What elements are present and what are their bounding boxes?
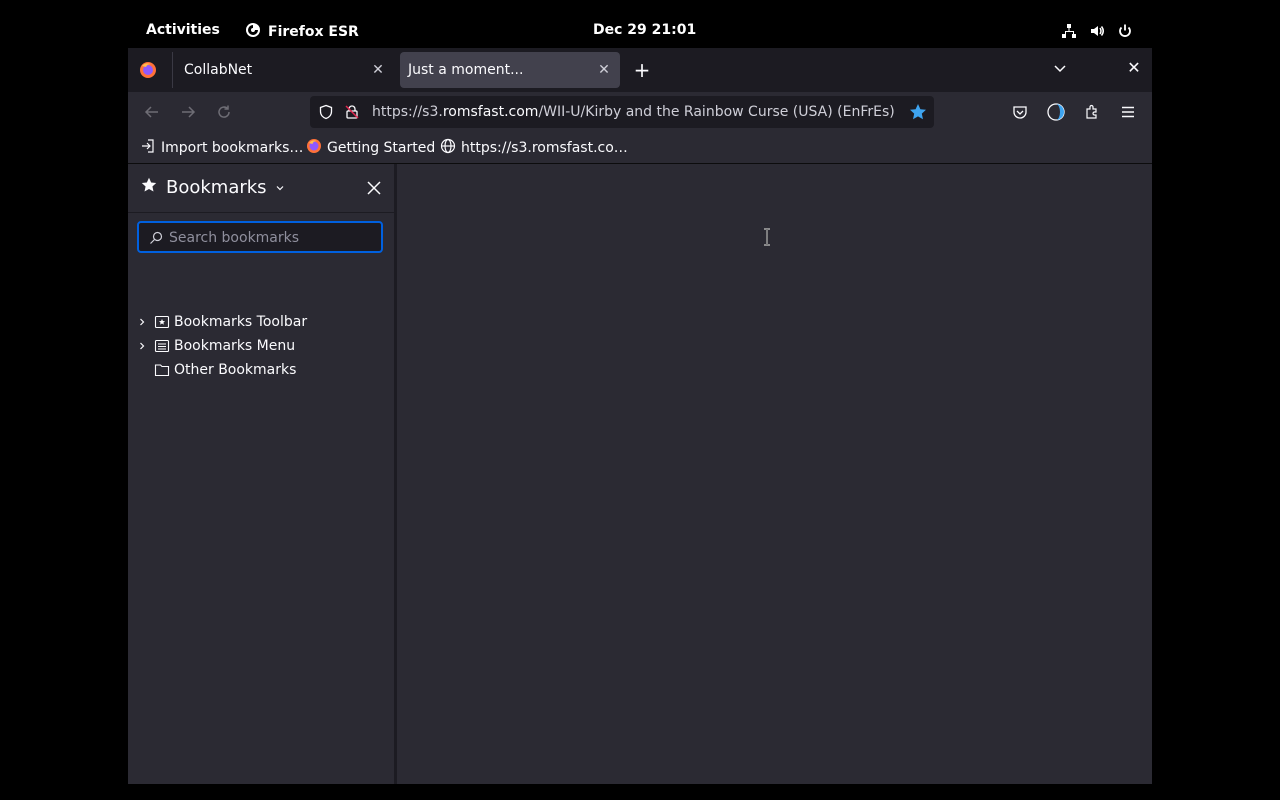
bookmarks-toolbar: Import bookmarks… Getting Started https:… <box>128 132 1152 164</box>
bookmarks-toolbar-icon <box>154 314 170 330</box>
volume-icon <box>1088 22 1106 40</box>
firefox-window: CollabNet ✕ Just a moment... ✕ + ✕ https… <box>128 48 1152 784</box>
bookmarks-menu-icon <box>154 338 170 354</box>
lock-icon[interactable] <box>344 104 360 124</box>
bookmark-label: Getting Started <box>327 140 436 156</box>
window-close-button[interactable]: ✕ <box>1126 60 1142 76</box>
reload-icon[interactable] <box>214 102 234 122</box>
firefox-view-icon[interactable] <box>138 60 158 80</box>
url-prefix: https://s3. <box>372 104 443 120</box>
chevron-right-icon[interactable] <box>136 340 148 352</box>
network-icon <box>1060 22 1078 40</box>
pocket-icon[interactable] <box>1010 102 1030 122</box>
close-tab-icon[interactable]: ✕ <box>596 62 612 78</box>
bookmarks-sidebar: Bookmarks Bookmarks Toolbar <box>128 164 397 784</box>
tree-item-bookmarks-menu[interactable]: Bookmarks Menu <box>136 335 295 357</box>
chevron-down-icon <box>275 177 285 198</box>
import-icon <box>140 138 156 158</box>
search-icon <box>149 230 163 249</box>
tree-item-other-bookmarks[interactable]: Other Bookmarks <box>136 359 296 381</box>
tree-item-label: Bookmarks Toolbar <box>174 314 308 330</box>
url-text[interactable]: https://s3.romsfast.com/WII-U/Kirby and … <box>372 104 896 120</box>
sidebar-close-icon[interactable] <box>366 180 382 196</box>
sidebar-divider <box>128 212 394 213</box>
firefox-app-icon <box>245 22 261 42</box>
account-icon[interactable] <box>1046 102 1066 122</box>
list-all-tabs-icon[interactable] <box>1052 60 1068 76</box>
close-tab-icon[interactable]: ✕ <box>370 62 386 78</box>
tab-title: CollabNet <box>184 62 253 78</box>
nav-bar: https://s3.romsfast.com/WII-U/Kirby and … <box>128 92 1152 132</box>
tree-item-bookmarks-toolbar[interactable]: Bookmarks Toolbar <box>136 311 307 333</box>
tree-item-label: Bookmarks Menu <box>174 338 296 354</box>
hamburger-menu-icon[interactable] <box>1118 102 1138 122</box>
bookmark-import[interactable]: Import bookmarks… <box>140 139 303 157</box>
url-host: romsfast.com <box>442 104 539 120</box>
bookmark-label: https://s3.romsfast.co… <box>461 140 628 156</box>
app-name: Firefox ESR <box>268 24 359 40</box>
bookmark-label: Import bookmarks… <box>161 140 304 156</box>
tab-title: Just a moment... <box>408 62 524 78</box>
firefox-icon <box>306 138 322 158</box>
text-cursor-icon <box>762 228 772 250</box>
sidebar-title: Bookmarks <box>166 177 267 198</box>
chevron-right-icon[interactable] <box>136 316 148 328</box>
forward-icon[interactable] <box>178 102 198 122</box>
tab-collabnet[interactable]: CollabNet ✕ <box>172 52 394 88</box>
new-tab-button[interactable]: + <box>632 60 652 80</box>
tab-just-a-moment[interactable]: Just a moment... ✕ <box>400 52 620 88</box>
bookmark-romsfast[interactable]: https://s3.romsfast.co… <box>440 138 628 158</box>
power-icon <box>1116 22 1134 40</box>
app-menu[interactable]: Firefox ESR <box>245 22 359 42</box>
tab-strip: CollabNet ✕ Just a moment... ✕ + ✕ <box>128 48 1152 92</box>
search-bookmarks-input[interactable] <box>167 227 371 249</box>
url-bar[interactable]: https://s3.romsfast.com/WII-U/Kirby and … <box>310 96 934 128</box>
globe-icon <box>440 138 456 158</box>
url-path: /WII-U/Kirby and the Rainbow Curse (USA)… <box>538 104 896 120</box>
bookmarks-search-box[interactable] <box>137 221 383 253</box>
back-icon[interactable] <box>142 102 162 122</box>
star-icon <box>140 176 158 199</box>
sidebar-switcher[interactable]: Bookmarks <box>140 176 285 199</box>
page-content[interactable] <box>397 164 1152 784</box>
activities-button[interactable]: Activities <box>146 22 220 38</box>
tracking-protection-icon[interactable] <box>318 104 334 124</box>
folder-icon <box>154 362 170 378</box>
system-tray[interactable] <box>1060 22 1134 40</box>
extensions-icon[interactable] <box>1082 102 1102 122</box>
clock[interactable]: Dec 29 21:01 <box>593 22 696 38</box>
tree-item-label: Other Bookmarks <box>174 362 297 378</box>
bookmark-star-icon[interactable] <box>908 102 928 122</box>
bookmark-getting-started[interactable]: Getting Started <box>306 139 435 157</box>
